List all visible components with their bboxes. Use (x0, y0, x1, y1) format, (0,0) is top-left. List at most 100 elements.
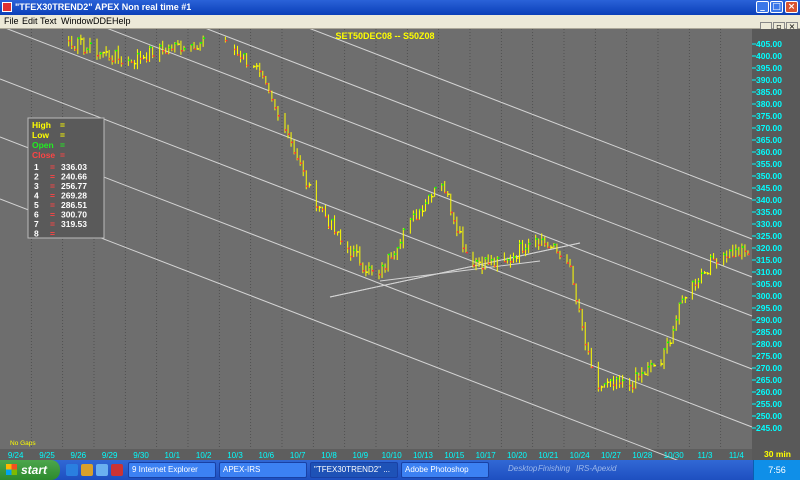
y-tick-label: 310.00 (756, 267, 782, 277)
info-open-label: Open (32, 140, 54, 150)
y-tick-label: 345.00 (756, 183, 782, 193)
menu-window[interactable]: Window (61, 16, 93, 26)
minimize-button[interactable]: _ (756, 1, 769, 13)
y-tick-label: 315.00 (756, 255, 782, 265)
x-tick-label: 9/25 (39, 451, 55, 460)
x-tick-label: 10/15 (444, 451, 465, 460)
info-row-eq: = (50, 210, 55, 220)
x-tick-label: 10/9 (353, 451, 369, 460)
task-tfex30trend2[interactable]: "TFEX30TREND2" ... (310, 462, 398, 478)
info-eq: = (60, 140, 65, 150)
info-row-value: 269.28 (61, 191, 87, 201)
x-tick-label: 10/10 (382, 451, 403, 460)
y-tick-label: 295.00 (756, 303, 782, 313)
x-tick-label: 9/24 (8, 451, 24, 460)
info-row-eq: = (50, 191, 55, 201)
x-tick-label: 10/27 (601, 451, 622, 460)
y-tick-label: 245.00 (756, 423, 782, 433)
x-tick-label: 10/28 (632, 451, 653, 460)
info-row-number: 5 (34, 200, 39, 210)
y-tick-label: 305.00 (756, 279, 782, 289)
y-tick-label: 370.00 (756, 123, 782, 133)
toolbar-irs-apexid[interactable]: IRS-Apexid (576, 464, 616, 473)
y-tick-label: 320.00 (756, 243, 782, 253)
x-tick-label: 10/21 (538, 451, 559, 460)
y-tick-label: 290.00 (756, 315, 782, 325)
x-tick-label: 10/24 (570, 451, 591, 460)
start-button[interactable]: start (0, 460, 60, 480)
info-row-value: 336.03 (61, 162, 87, 172)
x-tick-label: 10/17 (476, 451, 497, 460)
x-tick-label: 10/13 (413, 451, 434, 460)
y-tick-label: 375.00 (756, 111, 782, 121)
windows-logo-icon (6, 464, 17, 475)
menu-edit[interactable]: Edit (22, 16, 38, 26)
window-title: "TFEX30TREND2" APEX Non real time #1 (15, 2, 192, 12)
info-row-value: 256.77 (61, 181, 87, 191)
y-tick-label: 325.00 (756, 231, 782, 241)
x-tick-label: 9/29 (102, 451, 118, 460)
info-row-eq: = (50, 172, 55, 182)
quicklaunch-desktop-icon[interactable] (96, 464, 108, 476)
x-tick-label: 9/26 (71, 451, 87, 460)
info-row-eq: = (50, 219, 55, 229)
menu-dde[interactable]: DDE (93, 16, 112, 26)
x-tick-label: 11/3 (698, 451, 714, 460)
info-row-number: 2 (34, 172, 39, 182)
y-tick-label: 380.00 (756, 99, 782, 109)
y-tick-label: 330.00 (756, 219, 782, 229)
menu-text[interactable]: Text (40, 16, 57, 26)
info-row-number: 4 (34, 191, 39, 201)
info-row-eq: = (50, 162, 55, 172)
quicklaunch-app-icon[interactable] (111, 464, 123, 476)
y-tick-label: 335.00 (756, 207, 782, 217)
y-tick-label: 360.00 (756, 147, 782, 157)
y-tick-label: 260.00 (756, 387, 782, 397)
y-tick-label: 365.00 (756, 135, 782, 145)
y-tick-label: 350.00 (756, 171, 782, 181)
x-tick-label: 10/3 (227, 451, 243, 460)
y-tick-label: 300.00 (756, 291, 782, 301)
price-chart[interactable]: 245.00 250.00 255.00 260.00 265.00 270.00 275.… (0, 29, 800, 460)
y-tick-label: 340.00 (756, 195, 782, 205)
info-row-eq: = (50, 229, 55, 239)
info-row-value: 240.66 (61, 172, 87, 182)
maximize-button[interactable]: □ (770, 1, 783, 13)
interval-label: 30 min (764, 449, 791, 459)
menu-file[interactable]: File (4, 16, 19, 26)
y-tick-label: 275.00 (756, 351, 782, 361)
info-eq: = (60, 130, 65, 140)
info-close-label: Close (32, 150, 55, 160)
y-tick-label: 355.00 (756, 159, 782, 169)
menu-help[interactable]: Help (112, 16, 131, 26)
no-gaps-label: No Gaps (10, 440, 36, 447)
x-tick-label: 9/30 (133, 451, 149, 460)
info-row-value: 319.53 (61, 219, 87, 229)
start-label: start (21, 463, 48, 477)
task-apex-irs[interactable]: APEX-IRS (219, 462, 307, 478)
info-row-eq: = (50, 181, 55, 191)
close-button[interactable]: × (785, 1, 798, 13)
chart-title: SET50DEC08 -- S50Z08 (335, 31, 434, 41)
x-tick-label: 10/6 (259, 451, 275, 460)
y-tick-label: 250.00 (756, 411, 782, 421)
x-tick-label: 10/20 (507, 451, 528, 460)
info-eq: = (60, 120, 65, 130)
task-adobe-photoshop[interactable]: Adobe Photoshop (401, 462, 489, 478)
y-tick-label: 395.00 (756, 63, 782, 73)
y-tick-label: 265.00 (756, 375, 782, 385)
toolbar-desktop[interactable]: Desktop (508, 464, 537, 473)
toolbar-finishing[interactable]: Finishing (538, 464, 570, 473)
y-tick-label: 255.00 (756, 399, 782, 409)
info-high-label: High (32, 120, 51, 130)
x-tick-label: 11/4 (729, 451, 745, 460)
task-internet-explorer[interactable]: 9 Internet Explorer (128, 462, 216, 478)
menu-bar: File Edit Text Window DDE Help _ ▫ × (0, 15, 800, 33)
quicklaunch-ie-icon[interactable] (66, 464, 78, 476)
info-row-number: 7 (34, 219, 39, 229)
quicklaunch-folder-icon[interactable] (81, 464, 93, 476)
y-tick-label: 385.00 (756, 87, 782, 97)
y-tick-label: 400.00 (756, 51, 782, 61)
title-bar[interactable]: "TFEX30TREND2" APEX Non real time #1 _ □… (0, 0, 800, 15)
info-row-value: 300.70 (61, 210, 87, 220)
